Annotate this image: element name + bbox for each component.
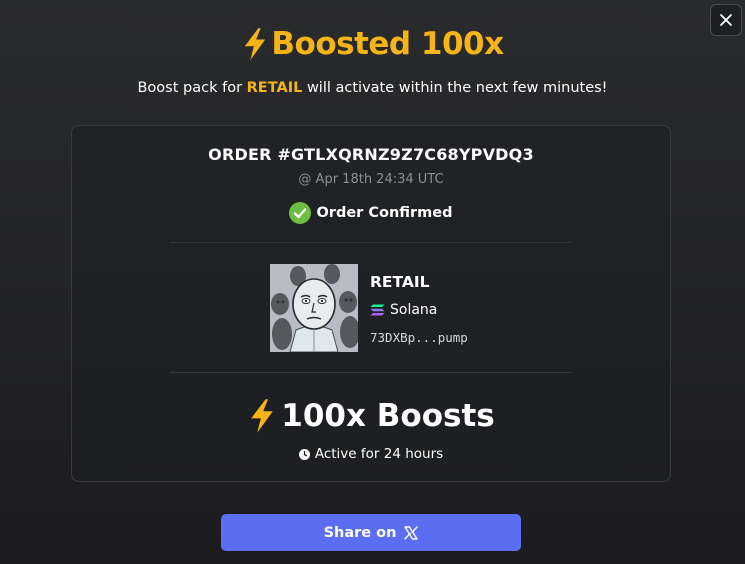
share-label: Share on: [323, 524, 397, 541]
subtitle-suffix: will activate within the next few minute…: [302, 80, 608, 96]
divider: [170, 242, 572, 243]
token-address: 73DXBp...pump: [370, 330, 468, 345]
title-text: Boosted 100x: [271, 26, 504, 62]
order-card: ORDER #GTLXQRNZ9Z7C68YPVDQ3 @ Apr 18th 2…: [71, 125, 671, 482]
share-on-x-button[interactable]: Share on: [221, 514, 521, 551]
clock-icon: [298, 448, 310, 460]
lightning-icon: [245, 28, 266, 60]
order-status-label: Order Confirmed: [316, 205, 453, 221]
boost-amount: 100x Boosts: [72, 398, 670, 434]
order-timestamp: @ Apr 18th 24:34 UTC: [298, 172, 444, 187]
solana-icon: [370, 304, 385, 316]
check-circle-icon: [289, 202, 312, 224]
order-status: Order Confirmed: [72, 202, 670, 224]
divider: [170, 372, 572, 373]
token-avatar: [270, 264, 358, 352]
chain-label: Solana: [390, 302, 438, 318]
boost-duration-label: Active for 24 hours: [314, 446, 444, 462]
token-chain: Solana: [370, 302, 437, 318]
lightning-icon: [251, 399, 274, 433]
boost-amount-label: 100x Boosts: [281, 398, 495, 434]
x-logo-icon: [404, 525, 419, 540]
subtitle-token: RETAIL: [246, 80, 303, 96]
page-title: Boosted 100x: [0, 26, 745, 62]
close-icon: [720, 14, 732, 26]
subtitle: Boost pack for RETAIL will activate with…: [0, 80, 745, 96]
subtitle-prefix: Boost pack for: [137, 80, 247, 96]
boost-duration: Active for 24 hours: [72, 446, 670, 462]
token-name: RETAIL: [370, 273, 430, 291]
order-id: ORDER #GTLXQRNZ9Z7C68YPVDQ3: [208, 145, 534, 164]
